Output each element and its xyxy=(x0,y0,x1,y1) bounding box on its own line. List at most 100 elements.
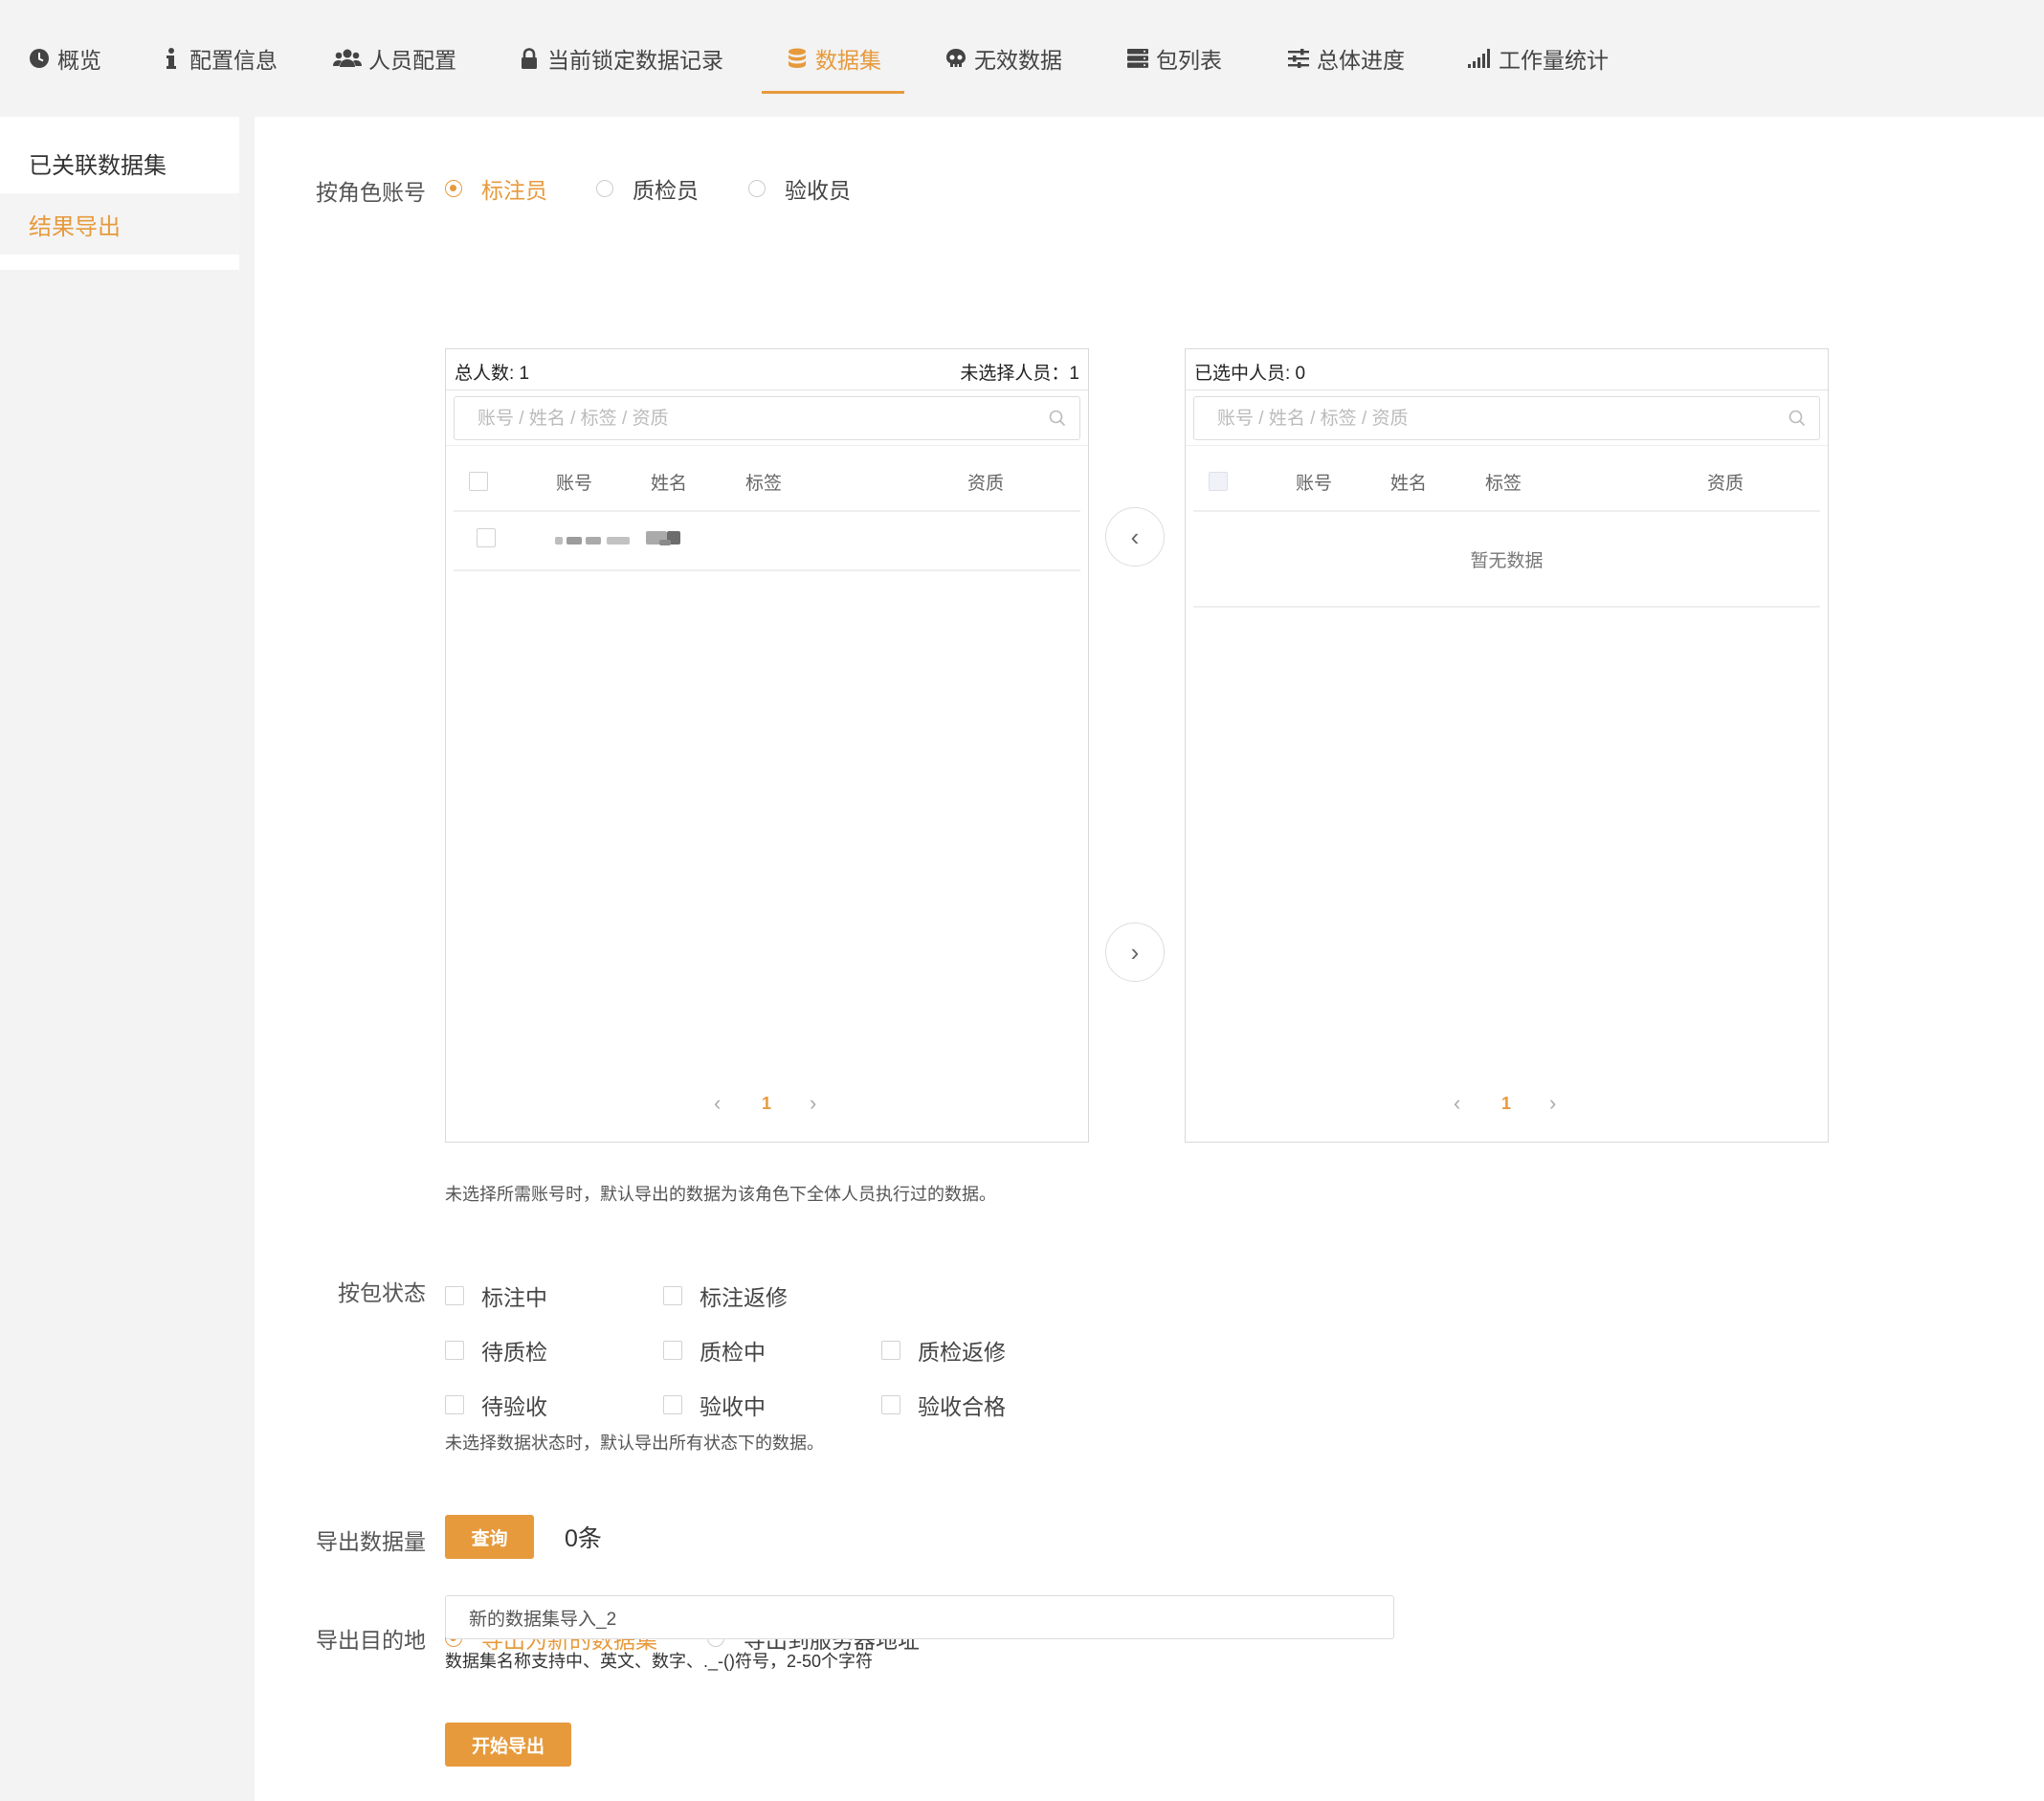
sidebar: 已关联数据集 结果导出 xyxy=(0,117,239,270)
checkbox-label: 验收中 xyxy=(700,1394,766,1419)
tab-label: 配置信息 xyxy=(189,48,278,73)
sliders-icon xyxy=(1286,46,1311,71)
column-qualification: 资质 xyxy=(1707,474,1744,494)
skull-icon xyxy=(944,46,968,71)
prev-page-icon[interactable]: ‹ xyxy=(1454,1091,1460,1116)
sidebar-item-linked-datasets[interactable]: 已关联数据集 xyxy=(0,132,239,193)
panel-header: 总人数: 1 未选择人员：1 xyxy=(446,349,1088,390)
checkbox-pending-acceptance[interactable]: 待验收 xyxy=(445,1389,547,1421)
checkbox-inspection-rework[interactable]: 质检返修 xyxy=(881,1334,1006,1367)
column-account: 账号 xyxy=(1296,474,1333,494)
table-row[interactable] xyxy=(454,512,1080,569)
checkbox-label: 待质检 xyxy=(481,1340,547,1365)
server-list-icon xyxy=(1125,46,1150,71)
radio-inspector[interactable]: 质检员 xyxy=(596,172,699,205)
sidebar-item-label: 已关联数据集 xyxy=(29,152,167,179)
column-qualification: 资质 xyxy=(967,474,1005,494)
tab-workload-stats[interactable]: 工作量统计 xyxy=(1468,0,1609,117)
database-icon xyxy=(785,46,810,71)
tab-label: 总体进度 xyxy=(1317,48,1405,73)
users-icon xyxy=(332,46,363,71)
tab-staff-config[interactable]: 人员配置 xyxy=(332,0,456,117)
checkbox-label: 待验收 xyxy=(481,1394,547,1419)
next-page-icon[interactable]: › xyxy=(810,1091,816,1116)
source-pagination: ‹ 1 › xyxy=(446,1091,1088,1123)
checkbox-accepted[interactable]: 验收合格 xyxy=(881,1389,1006,1421)
role-note: 未选择所需账号时，默认导出的数据为该角色下全体人员执行过的数据。 xyxy=(445,1185,996,1204)
radio-dot xyxy=(748,180,766,197)
checkbox-box xyxy=(445,1341,464,1360)
tab-invalid-data[interactable]: 无效数据 xyxy=(944,0,1062,117)
divider xyxy=(1193,606,1820,608)
checkbox-label: 标注中 xyxy=(481,1285,547,1310)
checkbox-label: 质检返修 xyxy=(918,1340,1006,1365)
transfer-source-panel: 总人数: 1 未选择人员：1 账号 姓名 标签 资质 xyxy=(445,348,1089,1143)
chevron-right-icon: › xyxy=(1130,937,1140,967)
radio-dot xyxy=(445,180,462,197)
tab-config-info[interactable]: 配置信息 xyxy=(159,0,278,117)
column-account: 账号 xyxy=(556,474,593,494)
selected-count: 已选中人员: 0 xyxy=(1194,364,1306,384)
divider xyxy=(446,445,1088,446)
status-note: 未选择数据状态时，默认导出所有状态下的数据。 xyxy=(445,1434,824,1453)
search-icon[interactable] xyxy=(1788,410,1806,432)
tab-label: 人员配置 xyxy=(368,48,456,73)
row-checkbox[interactable] xyxy=(477,528,496,547)
divider xyxy=(454,569,1080,571)
transfer-target-panel: 已选中人员: 0 账号 姓名 标签 资质 暂无数据 ‹ 1 › xyxy=(1185,348,1829,1143)
tab-package-list[interactable]: 包列表 xyxy=(1125,0,1222,117)
checkbox-pending-inspection[interactable]: 待质检 xyxy=(445,1334,547,1367)
checkbox-labeling[interactable]: 标注中 xyxy=(445,1279,547,1312)
checkbox-label: 验收合格 xyxy=(918,1394,1006,1419)
source-search-input[interactable] xyxy=(455,397,1017,441)
signal-bars-icon xyxy=(1468,46,1493,71)
tab-overall-progress[interactable]: 总体进度 xyxy=(1286,0,1405,117)
sidebar-item-result-export[interactable]: 结果导出 xyxy=(0,193,239,255)
radio-annotator[interactable]: 标注员 xyxy=(445,172,547,205)
top-nav: 概览 配置信息 人员配置 当前锁定数据记录 数据集 无效数据 包列表 总体进度 xyxy=(0,0,2044,117)
clock-icon xyxy=(27,46,52,71)
checkbox-box xyxy=(663,1395,682,1414)
radio-dot xyxy=(596,180,613,197)
tab-label: 包列表 xyxy=(1156,48,1222,73)
tab-overview[interactable]: 概览 xyxy=(27,0,101,117)
start-export-button[interactable]: 开始导出 xyxy=(445,1723,571,1767)
column-tag: 标签 xyxy=(1485,474,1522,494)
checkbox-inspecting[interactable]: 质检中 xyxy=(663,1334,766,1367)
prev-page-icon[interactable]: ‹ xyxy=(714,1091,721,1116)
page-number[interactable]: 1 xyxy=(1501,1094,1511,1114)
search-icon[interactable] xyxy=(1049,410,1066,432)
tab-dataset[interactable]: 数据集 xyxy=(762,0,904,117)
target-search xyxy=(1193,396,1820,441)
checkbox-box xyxy=(445,1286,464,1305)
dataset-name-input[interactable] xyxy=(445,1595,1394,1639)
select-all-checkbox xyxy=(1209,472,1228,491)
info-icon xyxy=(159,46,184,71)
tab-locked-records[interactable]: 当前锁定数据记录 xyxy=(517,0,723,117)
tab-label: 概览 xyxy=(57,48,101,73)
total-count: 总人数: 1 xyxy=(455,364,530,384)
main-content: 按角色账号 标注员 质检员 验收员 总人数: 1 未选择人员：1 账号 姓名 标… xyxy=(255,117,2044,1801)
move-left-button[interactable]: ‹ xyxy=(1105,507,1165,567)
move-right-button[interactable]: › xyxy=(1105,923,1165,982)
column-tag: 标签 xyxy=(745,474,783,494)
divider xyxy=(1186,445,1828,446)
page-number[interactable]: 1 xyxy=(762,1094,771,1114)
target-pagination: ‹ 1 › xyxy=(1186,1091,1828,1123)
dataset-name-hint: 数据集名称支持中、英文、数字、._-()符号，2-50个字符 xyxy=(445,1652,874,1671)
divider xyxy=(1193,510,1820,512)
unselected-count: 未选择人员：1 xyxy=(960,364,1079,384)
radio-acceptor[interactable]: 验收员 xyxy=(748,172,851,205)
checkbox-box xyxy=(445,1395,464,1414)
role-filter-label: 按角色账号 xyxy=(316,180,426,205)
next-page-icon[interactable]: › xyxy=(1549,1091,1556,1116)
tab-label: 无效数据 xyxy=(974,48,1062,73)
checkbox-labeling-rework[interactable]: 标注返修 xyxy=(663,1279,788,1312)
tab-label: 工作量统计 xyxy=(1499,48,1609,73)
checkbox-accepting[interactable]: 验收中 xyxy=(663,1389,766,1421)
tab-label: 数据集 xyxy=(815,48,881,73)
target-search-input[interactable] xyxy=(1194,397,1757,441)
radio-label: 标注员 xyxy=(481,178,547,203)
query-button[interactable]: 查询 xyxy=(445,1515,534,1559)
select-all-checkbox[interactable] xyxy=(469,472,488,491)
